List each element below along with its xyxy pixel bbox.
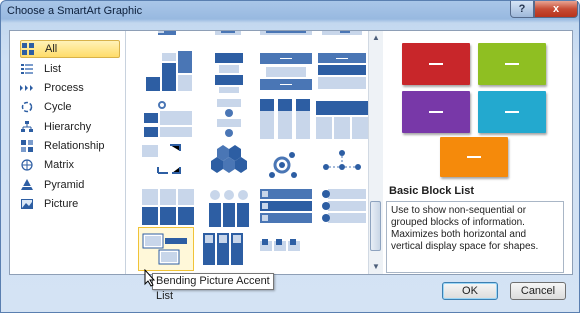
category-label: Process bbox=[44, 82, 84, 94]
layout-thumbnail[interactable] bbox=[258, 49, 314, 93]
category-label: Cycle bbox=[44, 101, 72, 113]
category-matrix[interactable]: Matrix bbox=[20, 156, 120, 174]
relationship-icon bbox=[20, 139, 34, 153]
layout-thumbnail[interactable] bbox=[140, 143, 196, 187]
hierarchy-icon bbox=[20, 120, 34, 134]
layout-thumbnail[interactable] bbox=[258, 97, 314, 141]
category-list: All List Process Cycle Hierarchy Relatio… bbox=[10, 31, 126, 274]
scroll-up-icon[interactable]: ▲ bbox=[371, 33, 381, 43]
category-label: Relationship bbox=[44, 140, 105, 152]
dialog-content: All List Process Cycle Hierarchy Relatio… bbox=[9, 30, 573, 275]
process-icon bbox=[20, 81, 34, 95]
layout-thumbnail[interactable] bbox=[258, 185, 314, 229]
dialog-title: Choose a SmartArt Graphic bbox=[7, 5, 143, 17]
preview-block-red bbox=[402, 43, 470, 85]
ok-button[interactable]: OK bbox=[442, 282, 498, 300]
preview-pane: Basic Block List Use to show non-sequent… bbox=[382, 31, 572, 274]
category-label: List bbox=[44, 63, 62, 75]
layout-gallery bbox=[126, 31, 368, 274]
layout-thumbnail[interactable] bbox=[201, 143, 257, 187]
preview-block-cyan bbox=[478, 91, 546, 133]
gallery-scrollbar[interactable]: ▲ ▼ bbox=[368, 31, 383, 274]
layout-thumbnail[interactable] bbox=[140, 185, 196, 229]
smartart-dialog: Choose a SmartArt Graphic ? x All List P… bbox=[0, 0, 580, 313]
preview-block-orange bbox=[440, 137, 508, 177]
help-button[interactable]: ? bbox=[510, 1, 534, 18]
layout-thumbnail[interactable] bbox=[314, 49, 368, 93]
scrollbar-thumb[interactable] bbox=[370, 201, 381, 251]
category-pyramid[interactable]: Pyramid bbox=[20, 176, 120, 194]
title-bar: Choose a SmartArt Graphic ? x bbox=[1, 1, 579, 23]
layout-thumbnail[interactable] bbox=[258, 143, 314, 187]
mouse-cursor-icon bbox=[144, 269, 156, 287]
layout-thumbnail[interactable] bbox=[140, 49, 196, 93]
category-all[interactable]: All bbox=[20, 40, 120, 58]
category-label: Hierarchy bbox=[44, 121, 92, 133]
grid-icon bbox=[21, 42, 35, 56]
layout-thumbnail-selected[interactable] bbox=[138, 227, 194, 271]
cycle-icon bbox=[20, 100, 34, 114]
category-cycle[interactable]: Cycle bbox=[20, 98, 120, 116]
category-label: Picture bbox=[44, 198, 79, 210]
preview-title: Basic Block List bbox=[389, 185, 474, 197]
layout-thumbnail[interactable] bbox=[201, 227, 257, 271]
category-label: All bbox=[45, 43, 58, 55]
matrix-icon bbox=[20, 158, 34, 172]
preview-block-purple bbox=[402, 91, 470, 133]
pyramid-icon bbox=[20, 178, 34, 192]
layout-thumbnail[interactable] bbox=[201, 97, 257, 141]
category-label: Pyramid bbox=[44, 179, 85, 191]
layout-thumbnail[interactable] bbox=[140, 97, 196, 141]
cancel-button[interactable]: Cancel bbox=[510, 282, 566, 300]
layout-thumbnail[interactable] bbox=[314, 97, 368, 141]
layout-thumbnail[interactable] bbox=[314, 143, 368, 187]
preview-graphic bbox=[384, 31, 570, 181]
layout-thumbnail[interactable] bbox=[258, 227, 314, 271]
category-process[interactable]: Process bbox=[20, 79, 120, 97]
preview-block-green bbox=[478, 43, 546, 85]
close-button[interactable]: x bbox=[534, 1, 578, 18]
layout-thumbnail[interactable] bbox=[201, 49, 257, 93]
layout-thumbnail[interactable] bbox=[314, 185, 368, 229]
category-hierarchy[interactable]: Hierarchy bbox=[20, 118, 120, 136]
category-picture[interactable]: Picture bbox=[20, 195, 120, 213]
preview-description: Use to show non-sequential or grouped bl… bbox=[386, 201, 564, 273]
layout-thumbnail[interactable] bbox=[201, 185, 257, 229]
scroll-down-icon[interactable]: ▼ bbox=[371, 262, 381, 272]
list-icon bbox=[20, 62, 34, 76]
category-label: Matrix bbox=[44, 159, 74, 171]
category-list-item[interactable]: List bbox=[20, 60, 120, 78]
tooltip: Bending Picture Accent List bbox=[152, 273, 274, 302]
category-relationship[interactable]: Relationship bbox=[20, 137, 120, 155]
picture-icon bbox=[20, 197, 34, 211]
